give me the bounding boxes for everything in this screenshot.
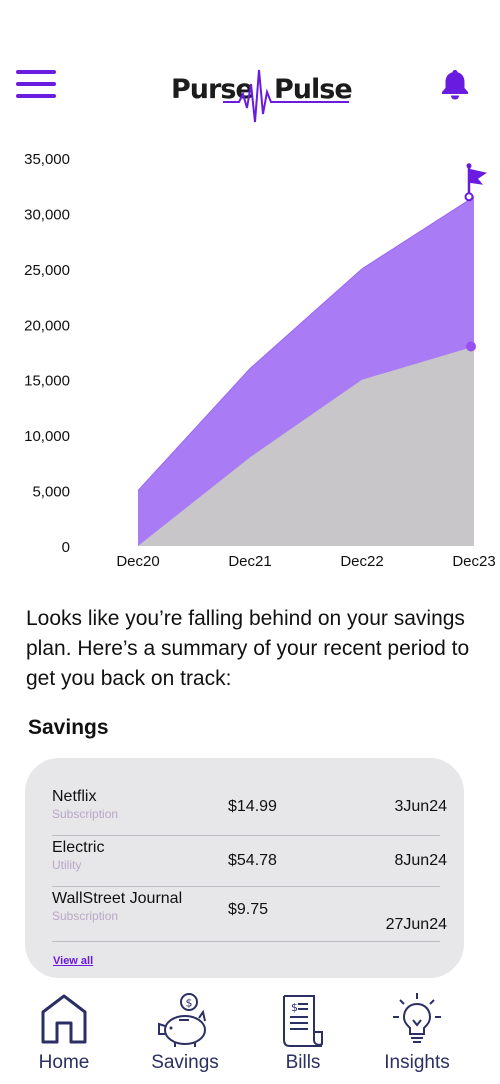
item-date: 3Jun24 — [394, 798, 448, 815]
nav-item-bills[interactable]: $ Bills — [248, 990, 358, 1080]
svg-text:$: $ — [186, 997, 193, 1010]
goal-marker — [464, 192, 474, 202]
y-tick-label: 10,000 — [24, 428, 70, 445]
item-name: WallStreet Journal — [52, 890, 183, 907]
nav-label: Savings — [151, 1052, 219, 1073]
app-logo: Purse Pulse — [165, 62, 355, 128]
item-name: Netflix — [52, 788, 97, 805]
x-tick-label: Dec21 — [228, 553, 271, 570]
home-icon — [41, 994, 87, 1044]
piggy-bank-icon: $ — [158, 993, 206, 1047]
current-point-marker — [466, 341, 476, 352]
item-date: 27Jun24 — [385, 916, 447, 933]
nav-item-savings[interactable]: $ Savings — [130, 990, 240, 1080]
nav-label: Bills — [285, 1052, 321, 1073]
nav-item-insights[interactable]: Insights — [362, 990, 472, 1080]
chart-svg: 0 5,000 10,000 15,000 20,000 25,000 30,000 35,0… — [24, 151, 496, 570]
item-amount: $14.99 — [228, 798, 277, 815]
y-tick-label: 5,000 — [32, 484, 70, 501]
app-header: Purse Pulse — [0, 60, 500, 130]
item-amount: $54.78 — [228, 852, 277, 869]
hamburger-menu-icon[interactable] — [16, 70, 56, 102]
y-tick-label: 35,000 — [24, 151, 70, 168]
item-category: Subscription — [52, 909, 119, 923]
logo-text-right: Pulse — [274, 74, 352, 105]
item-category: Utility — [52, 858, 82, 872]
x-tick-label: Dec23 — [452, 553, 495, 570]
lightbulb-icon — [393, 993, 441, 1043]
item-category: Subscription — [52, 807, 119, 821]
savings-card: Netflix Subscription $14.99 3Jun24 Elect… — [25, 758, 464, 978]
savings-title: Savings — [28, 716, 109, 739]
x-tick-label: Dec20 — [116, 553, 159, 570]
x-tick-label: Dec22 — [340, 553, 383, 570]
item-date: 8Jun24 — [394, 852, 448, 869]
y-tick-label: 15,000 — [24, 373, 70, 390]
list-item[interactable]: WallStreet Journal Subscription $9.75 27… — [52, 890, 447, 942]
nav-label: Insights — [384, 1052, 450, 1073]
bottom-nav: Home $ Savings $ Bills Insights — [0, 990, 500, 1084]
y-tick-label: 25,000 — [24, 262, 70, 279]
list-item[interactable]: Electric Utility $54.78 8Jun24 — [52, 839, 447, 887]
savings-chart: 0 5,000 10,000 15,000 20,000 25,000 30,000 35,0… — [0, 140, 500, 580]
nav-label: Home — [38, 1052, 90, 1073]
receipt-icon: $ — [283, 995, 323, 1047]
bell-icon[interactable] — [440, 68, 470, 100]
item-name: Electric — [52, 839, 105, 856]
y-tick-label: 20,000 — [24, 317, 70, 334]
view-all-link[interactable]: View all — [53, 955, 93, 967]
intro-text: Looks like you’re falling behind on your… — [26, 607, 470, 690]
flag-pole-top — [466, 163, 472, 169]
y-tick-label: 0 — [62, 539, 70, 556]
flag-icon — [469, 168, 487, 185]
y-tick-label: 30,000 — [24, 206, 70, 223]
nav-item-home[interactable]: Home — [9, 990, 119, 1080]
svg-text:$: $ — [291, 1001, 298, 1014]
item-amount: $9.75 — [228, 901, 269, 918]
list-item[interactable]: Netflix Subscription $14.99 3Jun24 — [52, 788, 447, 836]
